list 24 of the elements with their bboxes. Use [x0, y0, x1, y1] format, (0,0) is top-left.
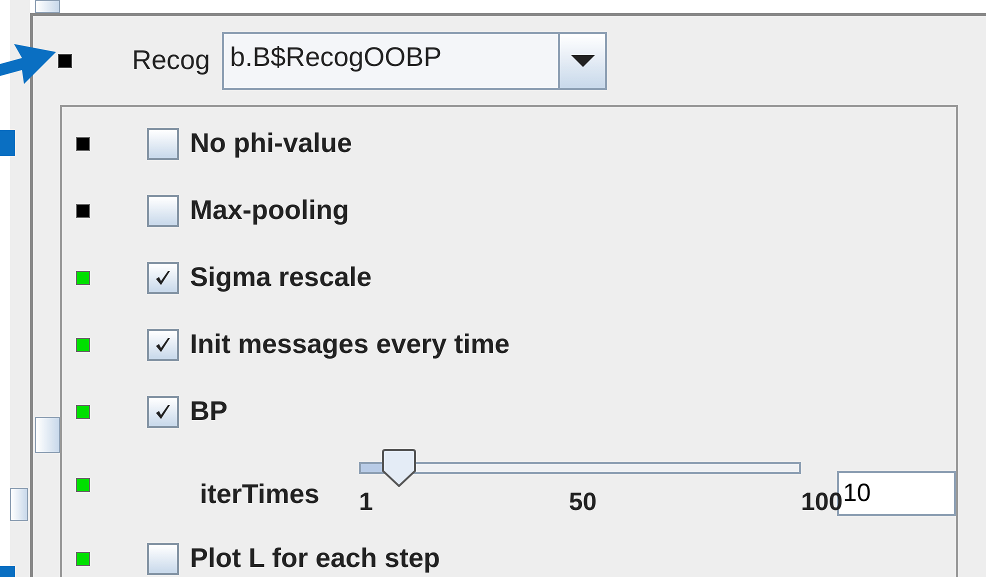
checkbox[interactable] — [147, 194, 179, 226]
checkbox[interactable] — [147, 542, 179, 574]
dropdown-button[interactable] — [558, 34, 606, 88]
recog-label: Recog — [132, 45, 210, 76]
checkbox[interactable] — [147, 128, 179, 160]
splitter-handle[interactable] — [10, 488, 28, 521]
checkbox-label: BP — [190, 396, 228, 427]
splitter-handle[interactable] — [35, 0, 60, 13]
checkbox-label: Plot L for each step — [190, 543, 440, 574]
slider-label: iterTimes — [200, 478, 320, 510]
checkbox-label: Init messages every time — [190, 329, 510, 360]
checkbox-label: No phi-value — [190, 128, 352, 159]
tick-label: 50 — [568, 488, 597, 517]
slider[interactable] — [359, 448, 801, 488]
tick-label: 1 — [359, 488, 373, 517]
checkbox[interactable] — [147, 328, 179, 360]
caret-icon — [570, 54, 595, 66]
splitter-handle[interactable] — [35, 417, 60, 453]
checkbox[interactable] — [147, 396, 179, 428]
slider-thumb[interactable] — [380, 449, 417, 487]
checkbox-label: Max-pooling — [190, 195, 349, 226]
checkbox[interactable] — [147, 262, 179, 294]
recog-dropdown[interactable]: b.B$RecogOOBP — [222, 32, 608, 90]
checkbox-label: Sigma rescale — [190, 262, 372, 293]
